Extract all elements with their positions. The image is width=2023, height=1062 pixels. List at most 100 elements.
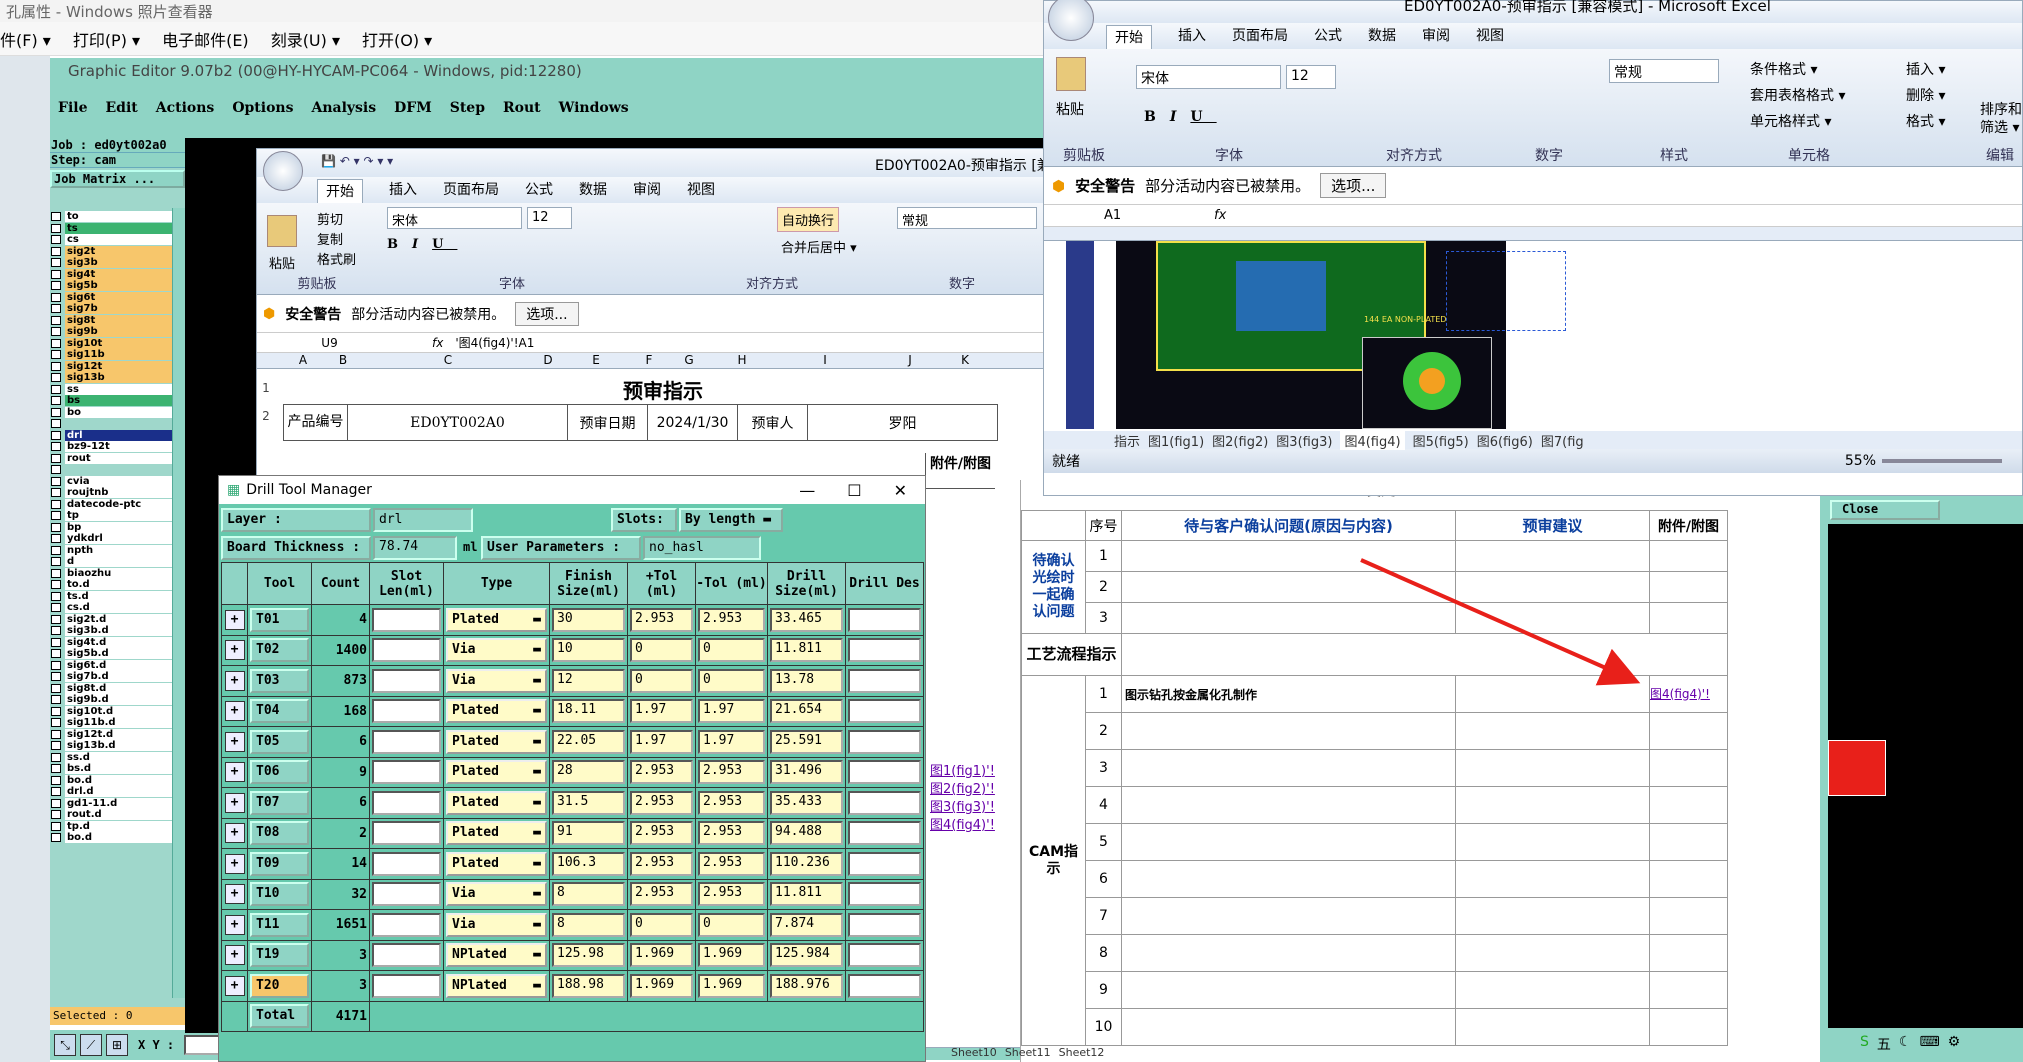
type-dropdown[interactable]: Plated ▬ xyxy=(446,607,547,632)
drill-size-input[interactable]: 21.654 xyxy=(770,699,843,724)
type-dropdown[interactable]: Plated ▬ xyxy=(446,821,547,846)
sheet-tab-instr[interactable]: 指示 xyxy=(1114,431,1140,450)
name-box[interactable]: U9 xyxy=(257,336,402,350)
layer-checkbox[interactable] xyxy=(51,304,61,314)
layer-checkbox[interactable] xyxy=(51,534,61,544)
layer-checkbox[interactable] xyxy=(51,614,61,624)
column-header[interactable]: E xyxy=(563,353,629,368)
plus-tol-input[interactable]: 0 xyxy=(630,668,693,693)
font-style-buttons[interactable]: BIU xyxy=(387,237,457,252)
slot-len-input[interactable] xyxy=(372,668,441,693)
finish-size-input[interactable]: 28 xyxy=(552,760,625,785)
layer-checkbox[interactable] xyxy=(51,442,61,452)
layer-row[interactable]: bs xyxy=(50,395,172,407)
type-dropdown[interactable]: Via ▬ xyxy=(446,638,547,663)
layer-row[interactable]: bo.d xyxy=(50,774,172,787)
layer-row[interactable]: rout xyxy=(50,452,172,465)
moon-icon[interactable]: ☾ xyxy=(1899,1034,1912,1054)
drill-des-input[interactable] xyxy=(848,973,921,998)
column-header[interactable]: A xyxy=(283,353,323,368)
layer-scrollbar[interactable] xyxy=(172,208,185,998)
zoom-slider[interactable] xyxy=(1882,459,2002,463)
layer-row[interactable]: sig8t.d xyxy=(50,682,172,695)
thickness-field[interactable]: 78.74 xyxy=(373,536,457,560)
font-name-select[interactable]: 宋体 xyxy=(387,207,522,229)
minus-tol-input[interactable]: 1.969 xyxy=(698,943,765,968)
minus-tol-input[interactable]: 2.953 xyxy=(698,821,765,846)
layer-checkbox[interactable] xyxy=(51,821,61,831)
layer-row[interactable]: ss.d xyxy=(50,751,172,764)
drill-des-input[interactable] xyxy=(848,821,921,846)
layer-checkbox[interactable] xyxy=(51,373,61,383)
filter-label[interactable]: 筛选 ▾ xyxy=(1980,119,2022,137)
layer-checkbox[interactable] xyxy=(51,660,61,670)
sheet-tab-fig3[interactable]: 图3(fig3) xyxy=(1276,431,1332,450)
column-header[interactable]: C xyxy=(363,353,533,368)
drill-size-input[interactable]: 33.465 xyxy=(770,607,843,632)
column-header[interactable]: H xyxy=(709,353,775,368)
plus-tol-input[interactable]: 2.953 xyxy=(630,821,693,846)
expand-icon[interactable]: + xyxy=(224,670,245,691)
drill-size-input[interactable]: 94.488 xyxy=(770,821,843,846)
layer-row[interactable]: sig4t xyxy=(50,268,172,281)
options-button[interactable]: 选项... xyxy=(1320,173,1387,198)
layer-row[interactable]: datecode-ptc xyxy=(50,498,172,511)
menu-analysis[interactable]: Analysis xyxy=(311,100,376,126)
menu-step[interactable]: Step xyxy=(450,100,485,126)
layer-row[interactable] xyxy=(50,418,172,430)
layer-checkbox[interactable] xyxy=(51,649,61,659)
layer-field[interactable]: drl xyxy=(373,508,473,532)
finish-size-input[interactable]: 10 xyxy=(552,638,625,663)
ime-icon[interactable]: S xyxy=(1860,1034,1869,1054)
drill-des-input[interactable] xyxy=(848,699,921,724)
slot-len-input[interactable] xyxy=(372,760,441,785)
maximize-icon[interactable]: ☐ xyxy=(847,481,861,500)
layer-row[interactable]: roujtnb xyxy=(50,487,172,499)
minus-tol-input[interactable]: 2.953 xyxy=(698,790,765,815)
merge-center-button[interactable]: 合并后居中 ▾ xyxy=(777,235,861,258)
link-fig3[interactable]: 图3(fig3)'! xyxy=(930,799,995,817)
layer-row[interactable]: sig4t.d xyxy=(50,636,172,649)
type-dropdown[interactable]: Plated ▬ xyxy=(446,729,547,754)
layer-checkbox[interactable] xyxy=(51,407,61,417)
layer-row[interactable]: biaozhu xyxy=(50,567,172,580)
measure-icon[interactable]: ⟋ xyxy=(80,1034,102,1056)
layer-checkbox[interactable] xyxy=(51,580,61,590)
layer-checkbox[interactable] xyxy=(51,258,61,268)
layer-row[interactable]: npth xyxy=(50,544,172,557)
layer-checkbox[interactable] xyxy=(51,315,61,325)
drill-des-input[interactable] xyxy=(848,882,921,907)
job-matrix-button[interactable]: Job Matrix ... xyxy=(50,170,185,188)
plus-tol-input[interactable]: 1.97 xyxy=(630,729,693,754)
cell-style-button[interactable]: 单元格样式 ▾ xyxy=(1750,109,1845,135)
type-dropdown[interactable]: Plated ▬ xyxy=(446,790,547,815)
layer-row[interactable]: tp.d xyxy=(50,820,172,833)
layer-checkbox[interactable] xyxy=(51,741,61,751)
layer-row[interactable]: ts.d xyxy=(50,590,172,603)
layer-row[interactable]: gd1-11.d xyxy=(50,797,172,810)
name-box[interactable]: A1 xyxy=(1044,208,1194,223)
link-fig4[interactable]: 图4(fig4)'! xyxy=(930,817,995,835)
font-style-buttons[interactable]: BIU xyxy=(1144,109,1217,125)
link-fig2[interactable]: 图2(fig2)'! xyxy=(930,781,995,799)
layer-row[interactable]: bs.d xyxy=(50,763,172,775)
minus-tol-input[interactable]: 0 xyxy=(698,912,765,937)
slot-len-input[interactable] xyxy=(372,607,441,632)
layer-row[interactable]: sig11b xyxy=(50,349,172,361)
user-params-field[interactable]: no_hasl xyxy=(643,536,761,560)
slot-len-input[interactable] xyxy=(372,638,441,663)
tab-data[interactable]: 数据 xyxy=(579,179,607,203)
drill-des-input[interactable] xyxy=(848,607,921,632)
layer-row[interactable]: drl xyxy=(50,429,172,442)
slot-len-input[interactable] xyxy=(372,851,441,876)
layer-checkbox[interactable] xyxy=(51,235,61,245)
drill-size-input[interactable]: 188.976 xyxy=(770,973,843,998)
finish-size-input[interactable]: 31.5 xyxy=(552,790,625,815)
layer-checkbox[interactable] xyxy=(51,396,61,406)
layer-checkbox[interactable] xyxy=(51,453,61,463)
sheet-canvas[interactable]: 144 EA NON-PLATED xyxy=(1044,241,2022,431)
menu-print[interactable]: 打印(P) ▾ xyxy=(73,27,140,51)
slot-len-input[interactable] xyxy=(372,699,441,724)
tab-view[interactable]: 视图 xyxy=(687,179,715,203)
layer-row[interactable]: sig7b.d xyxy=(50,671,172,683)
